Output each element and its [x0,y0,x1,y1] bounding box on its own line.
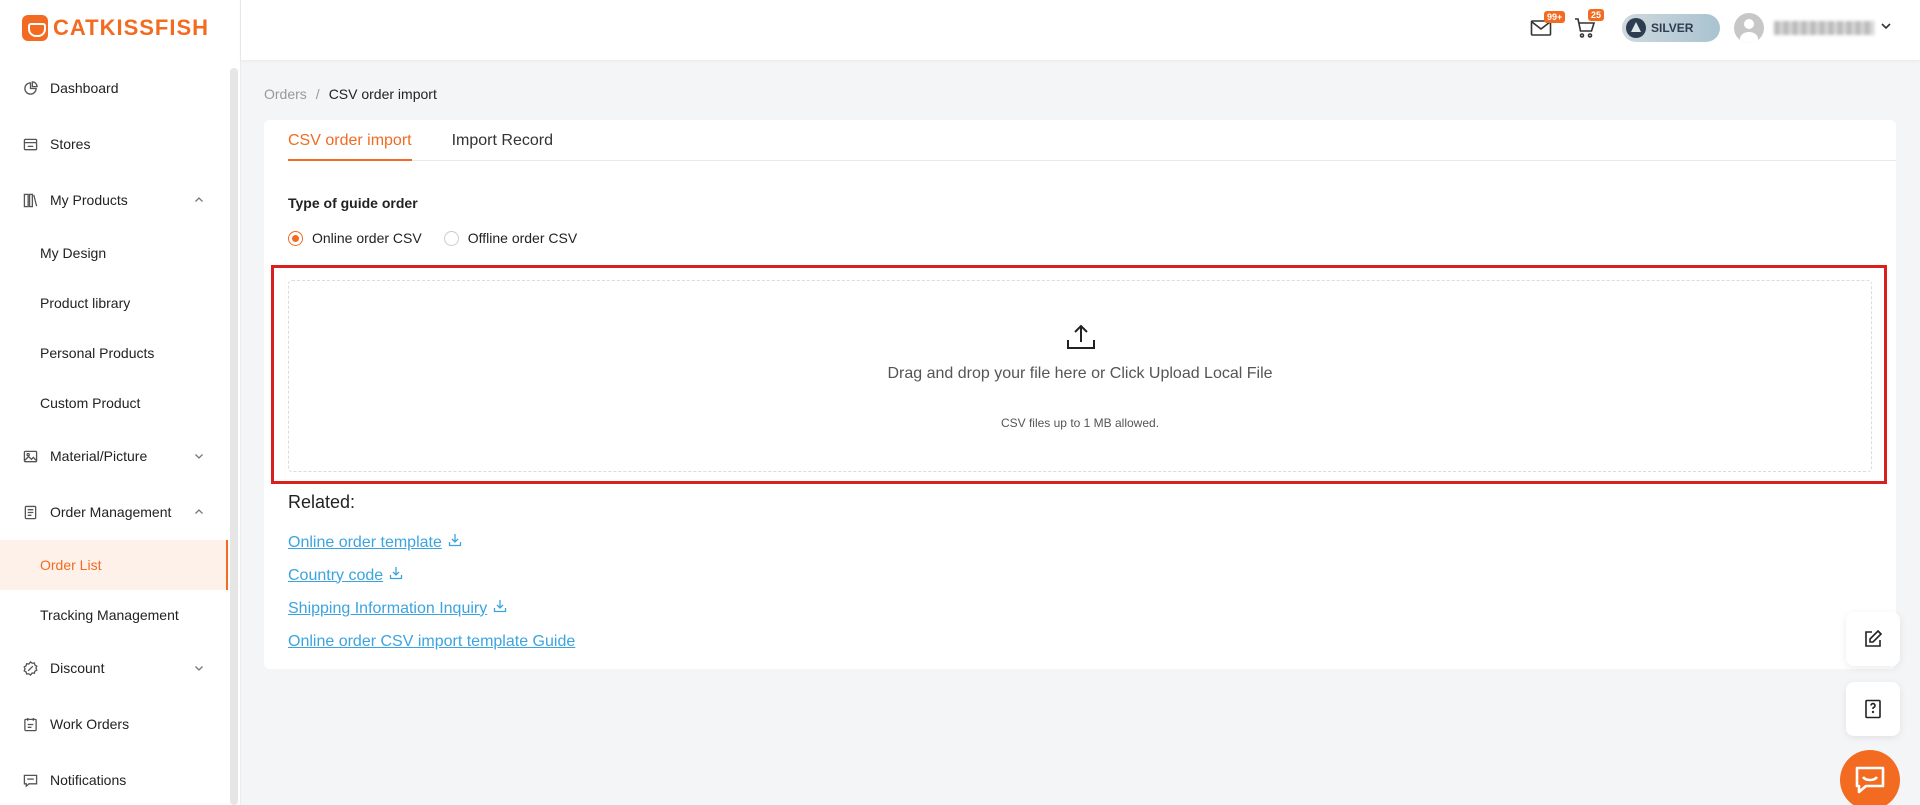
message-icon [22,772,38,788]
brand-name: CATKISSFISH [53,15,210,40]
sidebar-item-label: Discount [50,660,105,676]
chevron-down-icon [194,448,204,464]
logo-icon [22,15,48,41]
upload-dropzone[interactable]: Drag and drop your file here or Click Up… [288,280,1872,472]
breadcrumb: Orders / CSV order import [264,86,437,102]
link-import-template-guide[interactable]: Online order CSV import template Guide [288,625,575,658]
chevron-down-icon[interactable] [1880,19,1892,37]
mail-badge: 99+ [1544,11,1566,23]
sidebar-item-personal-products[interactable]: Personal Products [0,328,228,378]
member-level-badge[interactable]: SILVER [1622,14,1720,42]
help-book-icon [1865,699,1881,719]
sidebar-item-order-management[interactable]: Order Management [0,484,228,540]
sidebar-scrollbar[interactable] [230,68,238,805]
logo[interactable]: CATKISSFISH [0,0,240,56]
radio-label: Offline order CSV [467,230,578,246]
sidebar-item-label: Work Orders [50,716,130,732]
download-icon[interactable] [389,566,403,585]
link-online-order-template[interactable]: Online order template [288,526,575,559]
order-type-label: Type of guide order [288,195,418,211]
sidebar-item-my-design[interactable]: My Design [0,228,228,278]
tab-csv-order-import[interactable]: CSV order import [288,120,412,161]
radio-dot[interactable] [288,230,303,246]
sidebar-nav: Dashboard Stores My Products My Design P… [0,60,228,805]
sidebar-item-discount[interactable]: Discount [0,640,228,696]
calendar-icon [22,716,38,732]
radio-dot[interactable] [443,230,459,246]
sidebar-item-label: Material/Picture [50,448,148,464]
pie-chart-icon [22,80,38,96]
level-icon [1626,18,1646,38]
link-shipping-information-inquiry[interactable]: Shipping Information Inquiry [288,592,575,625]
cart-badge: 25 [1588,9,1605,21]
feedback-button[interactable] [1846,612,1900,666]
header-actions: 99+ 25 SILVER [1508,0,1892,56]
discount-icon [22,660,38,676]
link-label[interactable]: Country code [288,567,383,585]
download-icon[interactable] [493,599,507,618]
username-blurred[interactable] [1774,21,1874,35]
image-icon [22,448,38,464]
link-label[interactable]: Online order template [288,534,442,552]
chat-button[interactable] [1840,750,1900,805]
upload-hint-text: CSV files up to 1 MB allowed. [1000,416,1160,430]
sidebar-item-tracking-management[interactable]: Tracking Management [0,590,228,640]
sidebar: CATKISSFISH Dashboard Stores My Products… [0,0,241,805]
cart-button[interactable]: 25 [1574,9,1605,39]
store-icon [22,136,38,152]
related-title: Related: [288,492,356,512]
sidebar-item-label: Stores [50,136,91,152]
top-bar: 99+ 25 SILVER [241,0,1920,60]
breadcrumb-current: CSV order import [328,86,437,102]
chat-icon [1855,766,1885,794]
level-label: SILVER [1651,21,1694,35]
sidebar-item-custom-product[interactable]: Custom Product [0,378,228,428]
radio-online-order-csv[interactable]: Online order CSV [288,230,422,246]
related-links: Online order template Country code Shipp… [288,526,575,658]
avatar[interactable] [1734,13,1764,43]
breadcrumb-separator: / [315,86,320,102]
tab-bar: CSV order import Import Record [288,120,1896,161]
sidebar-item-material-picture[interactable]: Material/Picture [0,428,228,484]
edit-icon [1865,629,1883,647]
sidebar-item-dashboard[interactable]: Dashboard [0,60,228,116]
sidebar-item-notifications[interactable]: Notifications [0,752,228,805]
link-label[interactable]: Online order CSV import template Guide [288,633,575,651]
upload-icon [1066,323,1096,356]
sidebar-item-stores[interactable]: Stores [0,116,228,172]
clipboard-icon [22,504,38,520]
sidebar-item-product-library[interactable]: Product library [0,278,228,328]
download-icon[interactable] [448,533,462,552]
products-icon [22,192,38,208]
sidebar-item-label: Dashboard [50,80,119,96]
sidebar-item-order-list[interactable]: Order List [0,540,228,590]
chevron-up-icon [194,192,204,208]
radio-label: Online order CSV [312,230,422,246]
link-country-code[interactable]: Country code [288,559,575,592]
tab-import-record[interactable]: Import Record [452,120,553,160]
sidebar-item-work-orders[interactable]: Work Orders [0,696,228,752]
order-type-radio-group: Online order CSV Offline order CSV [288,230,599,246]
sidebar-item-label: Notifications [50,772,127,788]
radio-offline-order-csv[interactable]: Offline order CSV [443,230,578,246]
sidebar-item-label: My Products [50,192,128,208]
breadcrumb-parent[interactable]: Orders [264,86,307,102]
help-button[interactable] [1846,682,1900,736]
chevron-down-icon [194,660,204,676]
main-card: CSV order import Import Record Type of g… [264,120,1896,669]
chevron-up-icon [194,504,204,520]
upload-main-text: Drag and drop your file here or Click Up… [887,365,1273,382]
link-label[interactable]: Shipping Information Inquiry [288,600,487,618]
mail-button[interactable]: 99+ [1530,11,1566,37]
sidebar-item-label: Order Management [50,504,172,520]
sidebar-item-my-products[interactable]: My Products [0,172,228,228]
